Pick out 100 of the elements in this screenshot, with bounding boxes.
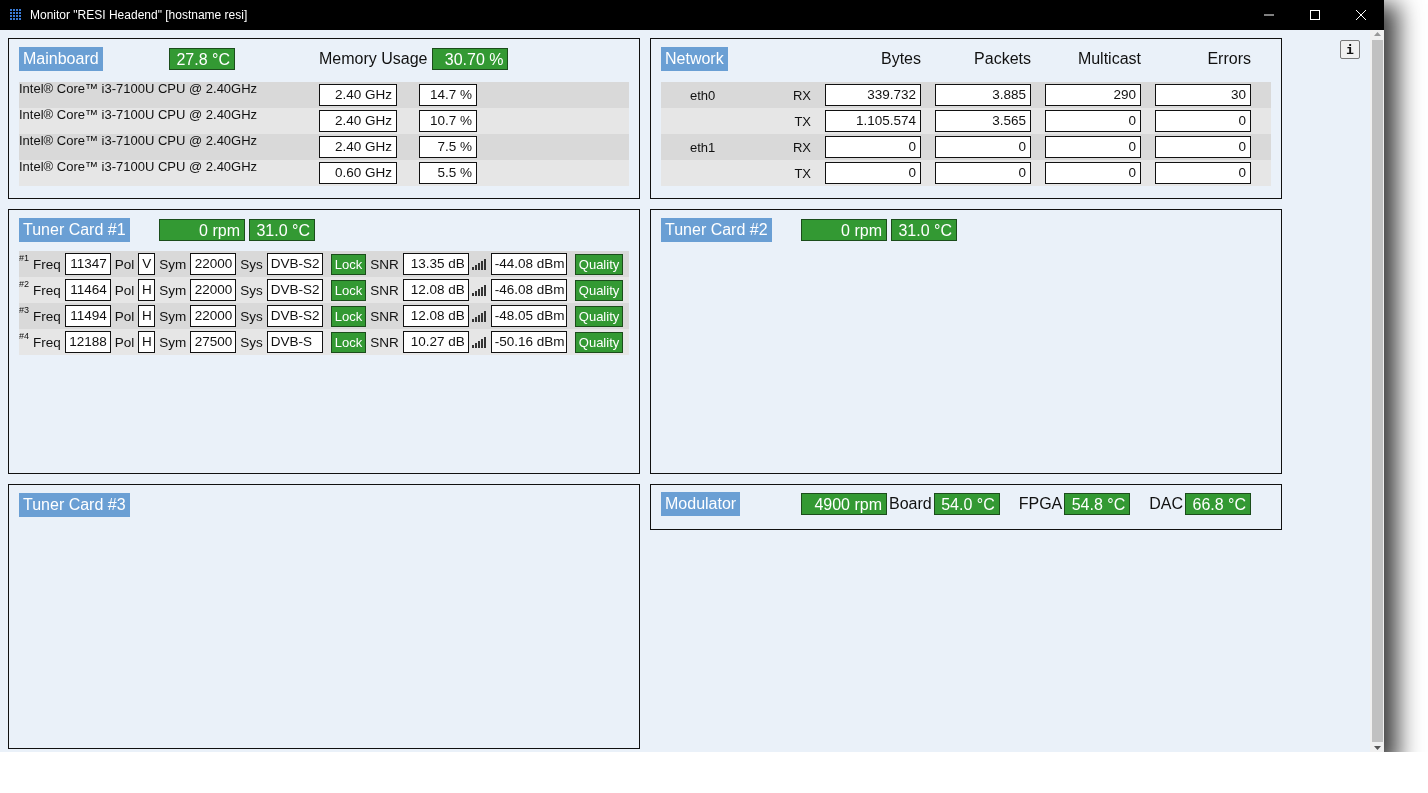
quality-button[interactable]: Quality [574,279,624,301]
memory-usage-value: 30.70 % [432,48,509,70]
counter-field: 0 [825,136,921,158]
snr-field: 12.08 dB [402,305,469,327]
signal-level-field: -44.08 dBm [490,253,567,275]
signal-level-field: -50.16 dBm [490,331,567,353]
signal-bars-icon [471,258,487,270]
counter-field: 0 [1045,110,1141,132]
field-label: Sys [239,282,264,298]
temperature-value: 31.0 °C [249,219,315,241]
counter-field: 0 [1045,162,1141,184]
quality-button[interactable]: Quality [574,305,624,327]
interface-name: eth1 [690,139,716,155]
lock-indicator: Lock [330,331,367,353]
polarization-field: H [138,279,156,301]
polarization-field: H [138,305,156,327]
symbol-rate-field: 22000 [190,305,237,327]
field-label: Sym [158,308,188,324]
temperature-value: 27.8 °C [169,48,235,70]
close-icon[interactable] [1355,9,1367,21]
field-label: Freq [32,308,62,324]
snr-field: 10.27 dB [402,331,469,353]
snr-field: 13.35 dB [402,253,469,275]
polarization-field: V [138,253,156,275]
counter-field: 0 [935,162,1031,184]
counter-field: 290 [1045,84,1141,106]
field-label: Freq [32,334,62,350]
fan-speed-value: 0 rpm [801,219,887,241]
signal-bars-icon [471,336,487,348]
panel-title: Tuner Card #3 [19,493,130,517]
signal-level-field: -46.08 dBm [490,279,567,301]
channel-number: #3 [19,304,29,315]
system-field: DVB-S [266,331,323,353]
cpu-name: Intel® Core™ i3-7100U CPU @ 2.40GHz [19,82,259,96]
counter-field: 0 [935,136,1031,158]
field-label: Pol [113,308,136,324]
frequency-field: 2.40 GHz [319,136,397,158]
counter-field: 3.885 [935,84,1031,106]
memory-label: Memory Usage [319,50,428,68]
lock-indicator: Lock [330,305,367,327]
maximize-icon[interactable] [1309,9,1321,21]
signal-level-field: -48.05 dBm [490,305,567,327]
usage-field: 5.5 % [419,162,477,184]
app-icon [10,9,22,21]
field-label: Pol [113,282,136,298]
field-label: Freq [32,256,62,272]
panel-title: Tuner Card #2 [661,218,772,242]
frequency-field: 11494 [64,305,111,327]
cpu-name: Intel® Core™ i3-7100U CPU @ 2.40GHz [19,160,259,174]
field-label: Freq [32,282,62,298]
field-label: SNR [369,334,400,350]
cpu-name: Intel® Core™ i3-7100U CPU @ 2.40GHz [19,134,259,148]
scrollbar-thumb[interactable] [1371,40,1383,742]
temperature-value: 66.8 °C [1185,493,1252,515]
frequency-field: 2.40 GHz [319,110,397,132]
frequency-field: 12188 [64,331,111,353]
column-header: Errors [1206,50,1251,68]
column-header: Packets [973,50,1031,68]
symbol-rate-field: 22000 [190,253,237,275]
usage-field: 7.5 % [419,136,477,158]
fan-speed-value: 4900 rpm [801,493,887,515]
quality-button[interactable]: Quality [574,331,624,353]
panel-title: Modulator [661,492,741,516]
counter-field: 1.105.574 [825,110,921,132]
direction-label: TX [793,165,811,181]
interface-name: eth0 [690,87,716,103]
counter-field: 3.565 [935,110,1031,132]
temperature-value: 54.0 °C [933,493,1000,515]
counter-field: 339.732 [825,84,921,106]
counter-field: 0 [1045,136,1141,158]
cpu-name: Intel® Core™ i3-7100U CPU @ 2.40GHz [19,108,259,122]
frequency-field: 11347 [64,253,111,275]
column-header: Multicast [1076,50,1141,68]
counter-field: 30 [1155,84,1251,106]
scroll-down-icon [1372,744,1382,752]
usage-field: 10.7 % [419,110,477,132]
symbol-rate-field: 27500 [190,331,237,353]
field-label: Sym [158,256,188,272]
lock-indicator: Lock [330,279,367,301]
field-label: SNR [369,282,400,298]
column-header: Bytes [880,50,921,68]
counter-field: 0 [1155,136,1251,158]
frequency-field: 0.60 GHz [319,162,397,184]
quality-button[interactable]: Quality [574,253,624,275]
counter-field: 0 [1155,162,1251,184]
direction-label: RX [791,87,811,103]
window-title: Monitor "RESI Headend" [hostname resi] [30,8,249,22]
usage-field: 14.7 % [419,84,477,106]
field-label: SNR [369,308,400,324]
system-field: DVB-S2 [266,279,323,301]
counter-field: 0 [825,162,921,184]
field-label: Sys [239,308,264,324]
temperature-value: 54.8 °C [1064,493,1131,515]
field-label: Sym [158,282,188,298]
signal-bars-icon [471,310,487,322]
counter-field: 0 [1155,110,1251,132]
temperature-value: 31.0 °C [891,219,957,241]
channel-number: #4 [19,330,29,341]
info-button[interactable]: i [1340,40,1360,59]
frequency-field: 11464 [64,279,111,301]
